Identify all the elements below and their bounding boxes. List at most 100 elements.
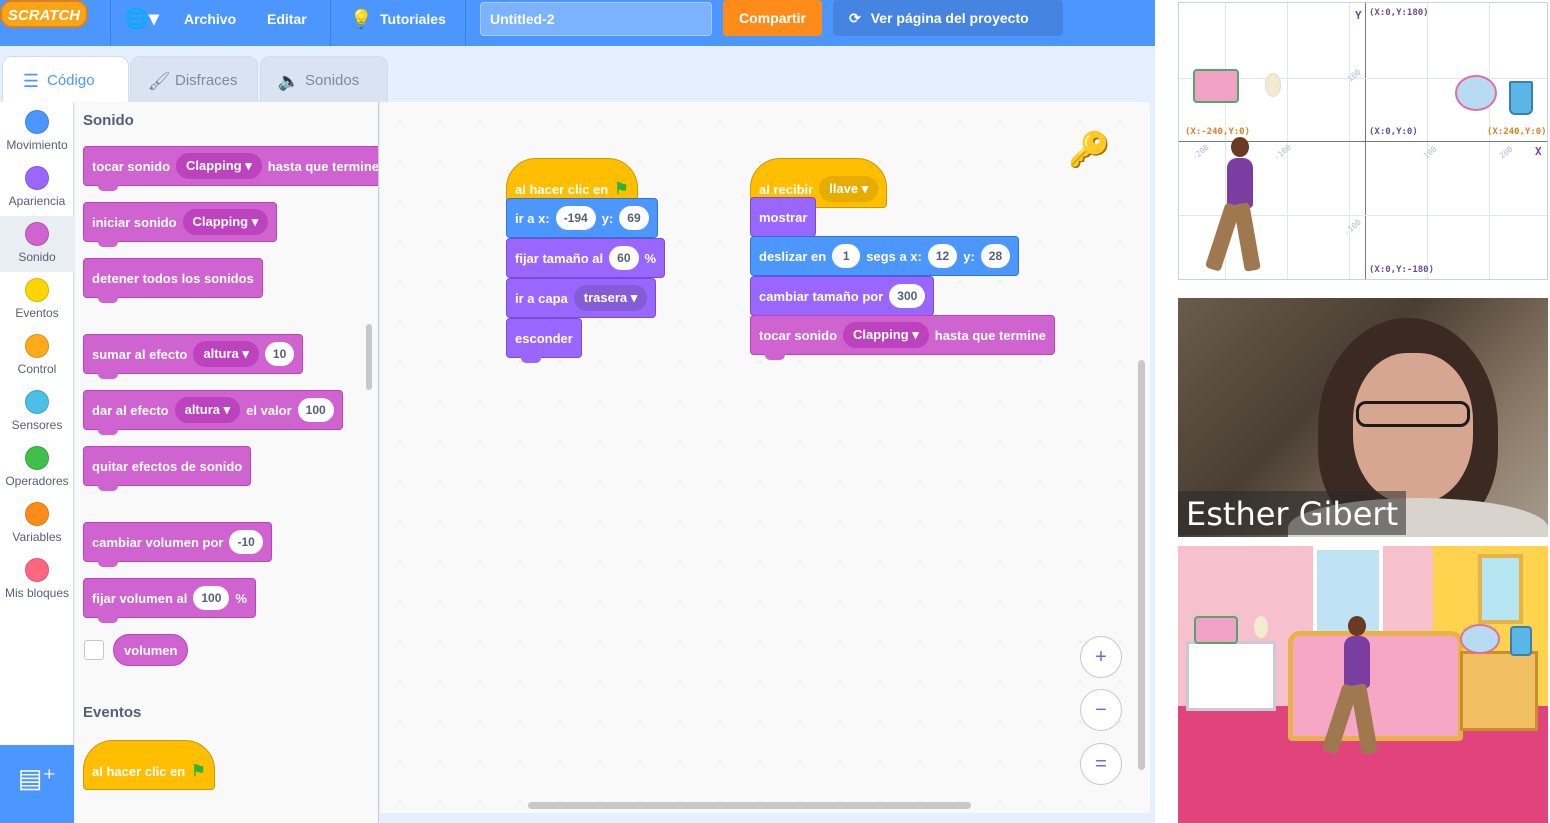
- category-control[interactable]: Control: [0, 328, 74, 384]
- fishbowl-sprite-icon[interactable]: [1455, 75, 1497, 111]
- category-sound[interactable]: Sonido: [0, 216, 74, 272]
- block-text: ir a x:: [515, 210, 550, 226]
- tab-sounds-label: Sonidos: [305, 72, 360, 89]
- egg-sprite-icon[interactable]: [1254, 616, 1268, 638]
- menu-tutoriales[interactable]: Tutoriales: [380, 0, 446, 46]
- tab-costumes[interactable]: 🖌 Disfraces: [130, 56, 258, 102]
- number-input[interactable]: 10: [264, 342, 295, 366]
- block-text: el valor: [246, 402, 292, 418]
- speaker-icon: 🔈: [277, 71, 301, 91]
- y-input[interactable]: 69: [619, 206, 649, 230]
- block-start-sound[interactable]: iniciar sonido Clapping ▾: [83, 202, 278, 247]
- palette-scrollbar[interactable]: [366, 324, 372, 390]
- block-go-to-xy[interactable]: ir a x: -194 y: 69: [506, 198, 658, 238]
- project-title-input[interactable]: Untitled-2: [480, 2, 712, 36]
- category-dot-icon: [25, 166, 49, 190]
- number-input[interactable]: 100: [193, 586, 230, 610]
- effect-dropdown[interactable]: altura ▾: [174, 397, 241, 423]
- x-axis-label: X: [1535, 145, 1542, 158]
- menu-archivo[interactable]: Archivo: [184, 0, 236, 46]
- share-button[interactable]: Compartir: [723, 0, 822, 36]
- radio-sprite-icon[interactable]: [1193, 69, 1239, 103]
- left-coordinate: (X:-240,Y:0): [1185, 127, 1251, 137]
- y-input[interactable]: 28: [980, 244, 1011, 268]
- menu-separator: [110, 0, 111, 46]
- block-stop-all-sounds[interactable]: detener todos los sonidos: [83, 258, 263, 303]
- block-text: fijar tamaño al: [515, 250, 604, 266]
- tab-code-label: Código: [47, 72, 95, 89]
- girl-sprite[interactable]: [1227, 158, 1253, 208]
- block-change-effect[interactable]: sumar al efecto altura ▾ 10: [83, 334, 304, 379]
- sound-dropdown[interactable]: Clapping ▾: [182, 209, 269, 235]
- zoom-out-icon: −: [1095, 699, 1107, 721]
- category-operators[interactable]: Operadores: [0, 440, 74, 496]
- number-input[interactable]: 100: [297, 398, 334, 422]
- volume-monitor-checkbox[interactable]: [84, 640, 104, 660]
- effect-dropdown[interactable]: altura ▾: [193, 341, 259, 367]
- zoom-out-button[interactable]: −: [1080, 689, 1122, 731]
- zoom-in-button[interactable]: +: [1080, 636, 1122, 678]
- glass-sprite-icon[interactable]: [1510, 626, 1532, 656]
- block-when-flag-clicked[interactable]: al hacer clic en ⚑: [83, 740, 215, 790]
- block-go-to-layer[interactable]: ir a capa trasera ▾: [506, 278, 657, 318]
- see-project-icon: ⟳: [849, 10, 861, 26]
- block-volume-reporter[interactable]: volumen: [113, 634, 189, 666]
- project-page-button[interactable]: ⟳ Ver página del proyecto: [833, 0, 1063, 36]
- block-play-sound-until-done[interactable]: tocar sonido Clapping ▾ hasta que termin…: [83, 146, 378, 191]
- dropdown-value: altura: [184, 402, 220, 417]
- category-my-blocks[interactable]: Mis bloques: [0, 552, 74, 608]
- category-label: Sonido: [18, 250, 56, 264]
- secs-input[interactable]: 1: [832, 244, 861, 268]
- add-extension-button[interactable]: ▤⁺: [0, 745, 74, 823]
- category-variables[interactable]: Variables: [0, 496, 74, 552]
- layer-dropdown[interactable]: trasera ▾: [573, 285, 648, 311]
- category-sensing[interactable]: Sensores: [0, 384, 74, 440]
- block-set-effect[interactable]: dar al efecto altura ▾ el valor 100: [83, 390, 343, 435]
- block-glide-to-xy[interactable]: deslizar en 1 segs a x: 12 y: 28: [750, 236, 1020, 276]
- block-clear-sound-effects[interactable]: quitar efectos de sonido: [83, 446, 252, 491]
- tick-label: -200: [1190, 142, 1211, 163]
- fishbowl-sprite-icon[interactable]: [1460, 624, 1500, 654]
- language-globe-icon[interactable]: 🌐▾: [124, 0, 159, 46]
- tab-sounds[interactable]: 🔈 Sonidos: [260, 56, 388, 102]
- category-looks[interactable]: Apariencia: [0, 160, 74, 216]
- block-change-volume[interactable]: cambiar volumen por -10: [83, 522, 272, 567]
- number-input[interactable]: -10: [229, 530, 263, 554]
- message-dropdown[interactable]: llave ▾: [819, 176, 879, 202]
- tab-code[interactable]: ☰ Código: [2, 56, 129, 103]
- lightbulb-icon[interactable]: 💡: [350, 0, 372, 46]
- code-workspace[interactable]: 🔑 al hacer clic en ⚑ ir a x: -194 y: 69 …: [380, 102, 1150, 813]
- block-change-size[interactable]: cambiar tamaño por 300: [750, 276, 935, 316]
- block-show[interactable]: mostrar: [750, 197, 817, 237]
- menu-editar[interactable]: Editar: [267, 0, 307, 46]
- zoom-reset-button[interactable]: =: [1080, 743, 1122, 785]
- category-motion[interactable]: Movimiento: [0, 104, 74, 160]
- stage-xy-grid: Y X (X:0,Y:180) (X:0,Y:-180) (X:-240,Y:0…: [1178, 2, 1548, 280]
- girl-sprite-leg: [1233, 202, 1261, 272]
- tab-costumes-label: Disfraces: [175, 72, 238, 89]
- block-hide[interactable]: esconder: [506, 318, 582, 363]
- block-set-size[interactable]: fijar tamaño al 60 %: [506, 238, 666, 278]
- workspace-horizontal-scrollbar[interactable]: [528, 802, 971, 809]
- radio-sprite-icon[interactable]: [1194, 616, 1238, 644]
- x-input[interactable]: -194: [555, 206, 596, 230]
- block-palette: Sonido tocar sonido Clapping ▾ hasta que…: [75, 102, 379, 823]
- sound-dropdown[interactable]: Clapping ▾: [843, 322, 929, 348]
- scratch-logo[interactable]: SCRATCH: [0, 0, 88, 28]
- block-notch: [98, 485, 118, 491]
- dropdown-value: Clapping: [192, 214, 249, 229]
- x-input[interactable]: 12: [927, 244, 958, 268]
- number-input[interactable]: 60: [609, 246, 639, 270]
- girl-sprite[interactable]: [1344, 636, 1370, 688]
- category-events[interactable]: Eventos: [0, 272, 74, 328]
- egg-sprite-icon[interactable]: [1265, 73, 1281, 97]
- number-input[interactable]: 300: [889, 284, 926, 308]
- block-set-volume[interactable]: fijar volumen al 100 %: [83, 578, 256, 623]
- glass-sprite-icon[interactable]: [1509, 81, 1533, 115]
- category-dot-icon: [25, 390, 49, 414]
- sound-dropdown[interactable]: Clapping ▾: [176, 153, 262, 179]
- block-play-sound-until-done[interactable]: tocar sonido Clapping ▾ hasta que termin…: [750, 315, 1056, 360]
- block-notch: [98, 617, 118, 623]
- workspace-vertical-scrollbar[interactable]: [1138, 360, 1145, 770]
- top-coordinate: (X:0,Y:180): [1369, 8, 1429, 18]
